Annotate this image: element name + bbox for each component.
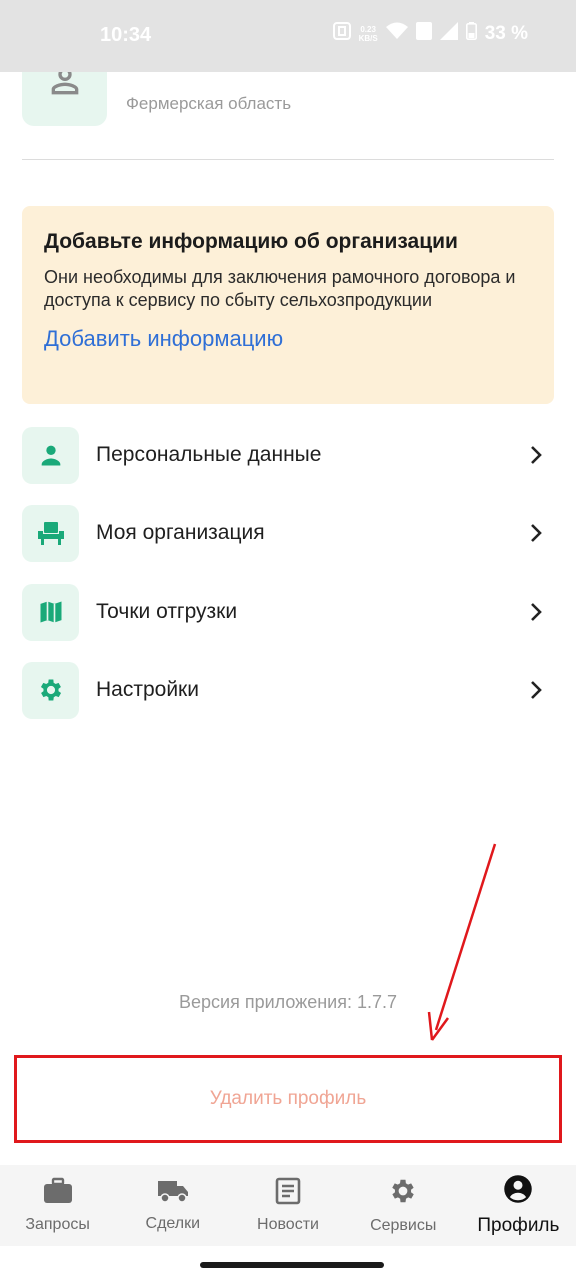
chevron-right-icon xyxy=(524,521,548,545)
network-speed: 0.23 KB/S xyxy=(358,25,378,43)
annotation-arrow xyxy=(427,843,497,1041)
map-icon xyxy=(22,583,79,641)
truck-icon xyxy=(157,1178,189,1209)
status-time: 10:34 xyxy=(100,24,152,46)
nav-services[interactable]: Сервисы xyxy=(346,1165,461,1246)
gear-icon xyxy=(22,661,79,719)
nav-profile[interactable]: Профиль xyxy=(461,1165,576,1246)
add-info-link[interactable]: Добавить информацию xyxy=(44,326,532,352)
nfc-icon xyxy=(332,22,351,46)
menu-item-my-organization[interactable]: Моя организация xyxy=(22,504,554,562)
org-card-title: Добавьте информацию об организации xyxy=(44,230,458,253)
delete-profile-button[interactable]: Удалить профиль xyxy=(14,1055,562,1143)
news-icon xyxy=(275,1177,301,1210)
briefcase-icon xyxy=(43,1177,73,1210)
menu-item-label: Моя организация xyxy=(96,521,265,544)
volte-icon xyxy=(415,22,432,46)
status-bar: 10:34 0.23 KB/S 33 % xyxy=(0,0,576,72)
chevron-right-icon xyxy=(524,678,548,702)
menu-item-settings[interactable]: Настройки xyxy=(22,661,554,719)
chevron-right-icon xyxy=(524,443,548,467)
account-circle-icon xyxy=(503,1174,533,1209)
nav-deals[interactable]: Сделки xyxy=(115,1165,230,1246)
menu-item-personal-data[interactable]: Персональные данные xyxy=(22,426,554,484)
gear-icon xyxy=(388,1176,418,1211)
nav-label: Сделки xyxy=(145,1215,201,1232)
app-version: Версия приложения: 1.7.7 xyxy=(179,992,397,1012)
nav-label: Профиль xyxy=(477,1215,560,1236)
nav-label: Сервисы xyxy=(370,1217,437,1234)
nav-news[interactable]: Новости xyxy=(230,1165,345,1246)
org-info-card: Добавьте информацию об организации Они н… xyxy=(22,206,554,404)
wifi-icon xyxy=(385,22,408,46)
signal-icon xyxy=(439,22,458,46)
org-card-description: Они необходимы для заключения рамочного … xyxy=(44,267,516,310)
bottom-nav: Запросы Сделки Новости Сервисы Профиль xyxy=(0,1165,576,1246)
battery-percent: 33 % xyxy=(484,23,528,44)
delete-profile-label: Удалить профиль xyxy=(209,1088,367,1109)
nav-label: Запросы xyxy=(25,1216,90,1233)
menu-item-shipping-points[interactable]: Точки отгрузки xyxy=(22,583,554,641)
menu-item-label: Настройки xyxy=(96,678,199,701)
divider xyxy=(22,159,554,160)
nav-requests[interactable]: Запросы xyxy=(0,1165,115,1246)
menu-item-label: Персональные данные xyxy=(96,443,322,466)
nav-label: Новости xyxy=(257,1216,319,1233)
menu-item-label: Точки отгрузки xyxy=(96,600,238,623)
chevron-right-icon xyxy=(524,600,548,624)
organization-icon xyxy=(22,504,79,562)
home-indicator[interactable] xyxy=(200,1262,384,1268)
person-icon xyxy=(22,426,79,484)
battery-icon xyxy=(465,22,477,46)
profile-region: Фермерская область xyxy=(126,94,292,113)
